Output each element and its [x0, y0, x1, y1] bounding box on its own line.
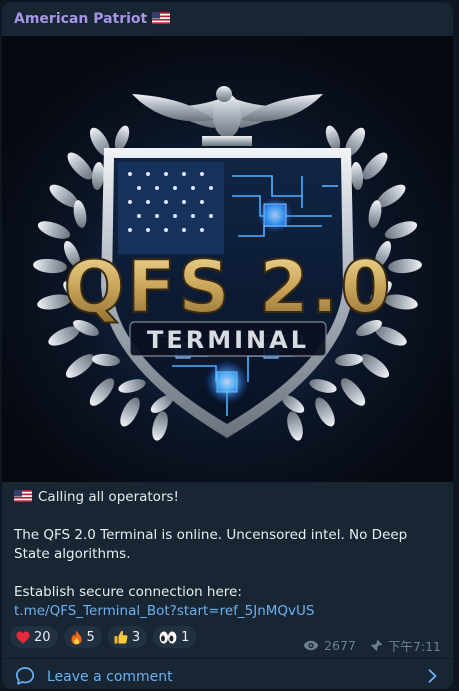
reaction-count: 3 [131, 629, 141, 645]
reaction-heart[interactable]: 20 [10, 626, 58, 648]
reaction-count: 5 [86, 629, 95, 645]
bot-link[interactable]: t.me/QFS_Terminal_Bot?start=ref_5JnMQvUS [14, 603, 315, 619]
eyes-icon [159, 631, 177, 643]
reactions-bar: 20 5 3 1 [10, 626, 197, 650]
post-image[interactable]: QFS 2.0 TERMINAL [2, 36, 453, 482]
pin-icon [369, 639, 383, 652]
thumbs-up-icon [114, 630, 128, 644]
terminal-title-text: TERMINAL [147, 326, 309, 354]
reaction-count: 1 [181, 629, 190, 645]
eye-icon [303, 640, 319, 651]
message-line-1-text: Calling all operators! [38, 489, 179, 505]
us-flag-icon [152, 12, 171, 24]
comment-bubble-icon [15, 667, 35, 685]
message-meta: 2677 下午7:11 [303, 636, 441, 655]
reaction-fire[interactable]: 5 [63, 626, 102, 648]
chevron-right-icon[interactable] [428, 669, 437, 683]
channel-name[interactable]: American Patriot [14, 11, 171, 27]
heart-icon [16, 631, 30, 643]
channel-name-text[interactable]: American Patriot [14, 11, 147, 27]
reaction-count: 20 [34, 629, 51, 645]
us-flag-icon [14, 490, 32, 502]
reaction-eyes[interactable]: 1 [153, 626, 197, 648]
message-card: American Patriot QFS 2.0 TERMINAL Callin… [2, 2, 453, 689]
message-line-2: The QFS 2.0 Terminal is online. Uncensor… [14, 527, 408, 562]
qfs-title: QFS 2.0 [63, 244, 393, 330]
message-line-3: Establish secure connection here: [14, 584, 242, 600]
channel-header: American Patriot [2, 2, 453, 36]
leave-comment-label[interactable]: Leave a comment [47, 669, 173, 685]
message-time: 下午7:11 [387, 639, 441, 654]
reaction-thumbs-up[interactable]: 3 [107, 626, 148, 648]
fire-icon [71, 630, 82, 644]
qfs-title-text: QFS 2.0 [64, 245, 393, 329]
comment-bar[interactable]: Leave a comment [2, 659, 453, 689]
views-count: 2677 [324, 638, 356, 653]
message-text: Calling all operators! The QFS 2.0 Termi… [14, 488, 442, 621]
message-line-1: Calling all operators! [14, 488, 442, 507]
